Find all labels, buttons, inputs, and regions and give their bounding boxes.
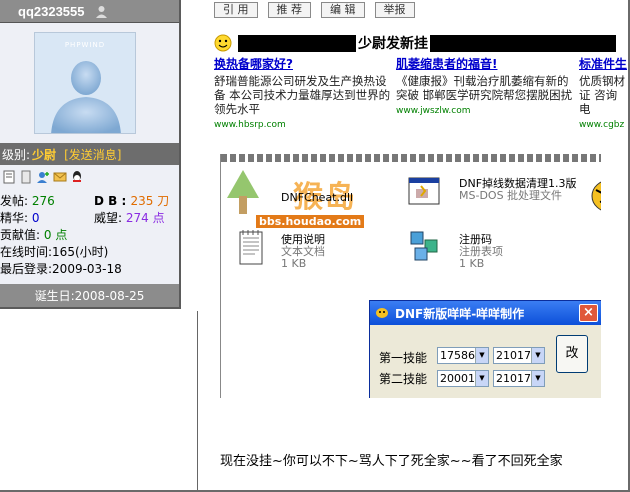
skill1-label: 第一技能 (379, 351, 428, 365)
file-bat-type: MS-DOS 批处理文件 (459, 189, 563, 202)
avatar-figure (51, 61, 121, 133)
skill1-select-b[interactable]: 21017 ▼ (493, 347, 545, 364)
document-icon[interactable] (19, 170, 33, 184)
ad-column-3: 标准件生 优质钢材 证 咨询电 www.cgbz (579, 55, 628, 130)
ad-title-1[interactable]: 换热备哪家好? (214, 55, 394, 72)
user-icon (95, 5, 107, 18)
change-button[interactable]: 改 (556, 335, 588, 373)
dropdown-arrow-icon: ▼ (531, 348, 544, 363)
prestige-stat: 威望: 274 点 (94, 211, 165, 225)
ad-title-2[interactable]: 肌萎缩患者的福音! (396, 55, 576, 72)
batch-file-icon (408, 177, 440, 205)
text-document-icon (239, 230, 263, 265)
skill2-select-b[interactable]: 21017 ▼ (493, 370, 545, 387)
dialog-title: DNF新版咩咩-咩咩制作 (395, 306, 525, 321)
post-action-buttons: 引 用 推 荐 编 辑 举报 (214, 2, 415, 18)
posts-value: 276 (31, 194, 55, 208)
dialog-close-button[interactable]: × (579, 304, 598, 322)
ad-url-1[interactable]: www.hbsrp.com (214, 120, 394, 130)
user-sidebar: qq2323555 PHPWIND 级别: 少尉 [发送消息] 发帖: 276 … (0, 0, 181, 309)
ad-body-3: 优质钢材 证 咨询电 (579, 74, 625, 116)
ad-column-1: 换热备哪家好? 舒瑞普能源公司研发及生产换热设备 本公司技术力量雄厚达到世界的领… (214, 55, 394, 130)
report-button[interactable]: 举报 (374, 2, 415, 18)
ad-body-1: 舒瑞普能源公司研发及生产换热设备 本公司技术力量雄厚达到世界的领先水平 (214, 74, 391, 116)
ad-body-2: 《健康报》刊载治疗肌萎缩有新的突破 邯郸医学研究院帮您摆脱困扰 (396, 74, 573, 102)
dropdown-arrow-icon: ▼ (475, 371, 488, 386)
post-image: 猴岛 bbs.houdao.com DNFCheat.dll DNF掉线数据清理… (220, 154, 601, 398)
ad-url-3[interactable]: www.cgbz (579, 120, 628, 130)
file-readme[interactable]: 使用说明 文本文档 1 KB (281, 234, 325, 270)
birthday-row: 诞生日:2008-08-25 (0, 284, 179, 307)
registry-icon (410, 231, 438, 261)
level-row: 级别: 少尉 [发送消息] (0, 143, 179, 165)
db-value: 235 刀 (130, 194, 170, 208)
skill-dialog: DNF新版咩咩-咩咩制作 × 第一技能 第二技能 17586 ▼ 21017 ▼ 2… (369, 300, 601, 398)
user-action-icons (2, 170, 84, 184)
redacted-block-right (430, 34, 616, 52)
redacted-block-left (238, 34, 356, 52)
quote-button[interactable]: 引 用 (214, 2, 258, 18)
username-link[interactable]: qq2323555 (18, 4, 85, 19)
ad-title-3[interactable]: 标准件生 (579, 55, 628, 72)
dropdown-arrow-icon: ▼ (475, 348, 488, 363)
db-stat: D B : 235 刀 (94, 194, 170, 208)
posts-stat: 发帖: 276 (0, 194, 55, 208)
file-regkey[interactable]: 注册码 注册表项 1 KB (459, 234, 503, 270)
profile-icon[interactable] (2, 170, 16, 184)
tiger-icon (591, 181, 601, 211)
skill2-select-a[interactable]: 20001 ▼ (437, 370, 489, 387)
contrib-stat: 贡献值: 0 点 (0, 228, 68, 242)
send-message-link[interactable]: [发送消息] (64, 146, 121, 163)
skill2-label: 第二技能 (379, 372, 428, 386)
file-readme-size: 1 KB (281, 257, 307, 270)
avatar[interactable]: PHPWIND (34, 32, 136, 134)
prestige-value: 274 点 (125, 211, 165, 225)
contrib-value: 0 点 (43, 228, 68, 242)
level-label: 级别: (2, 147, 31, 162)
level-value: 少尉 (32, 147, 57, 162)
smile-icon (214, 34, 232, 52)
file-dll[interactable]: DNFCheat.dll (281, 192, 353, 204)
user-header: qq2323555 (0, 0, 179, 23)
ad-column-2: 肌萎缩患者的福音! 《健康报》刊载治疗肌萎缩有新的突破 邯郸医学研究院帮您摆脱困… (396, 55, 576, 116)
file-regkey-size: 1 KB (459, 257, 485, 270)
file-bat[interactable]: DNF掉线数据清理1.3版 MS-DOS 批处理文件 (459, 178, 587, 202)
watermark-logo-icon (227, 170, 259, 214)
qq-icon[interactable] (70, 170, 84, 184)
dialog-titlebar[interactable]: DNF新版咩咩-咩咩制作 (370, 301, 601, 325)
post-body-text: 现在没挂~你可以不下~骂人下了死全家~~看了不回死全家 (220, 454, 563, 469)
image-top-strip (221, 154, 601, 162)
essence-stat: 精华: 0 (0, 211, 40, 225)
recommend-button[interactable]: 推 荐 (267, 2, 311, 18)
add-friend-icon[interactable] (36, 170, 50, 184)
edit-button[interactable]: 编 辑 (321, 2, 365, 18)
email-icon[interactable] (53, 170, 67, 184)
ad-url-2[interactable]: www.jwszlw.com (396, 106, 576, 116)
dropdown-arrow-icon: ▼ (531, 371, 544, 386)
post-title-row: 少尉发新挂 (214, 33, 616, 53)
content-divider (197, 311, 198, 490)
file-dll-name: DNFCheat.dll (281, 191, 354, 204)
essence-value: 0 (31, 211, 40, 225)
skill1-select-a[interactable]: 17586 ▼ (437, 347, 489, 364)
app-icon (376, 308, 388, 318)
last-login: 最后登录:2009-03-18 (0, 262, 122, 276)
post-title: 少尉发新挂 (358, 36, 428, 52)
online-time: 在线时间:165(小时) (0, 245, 109, 259)
watermark-url: bbs.houdao.com (256, 215, 365, 228)
